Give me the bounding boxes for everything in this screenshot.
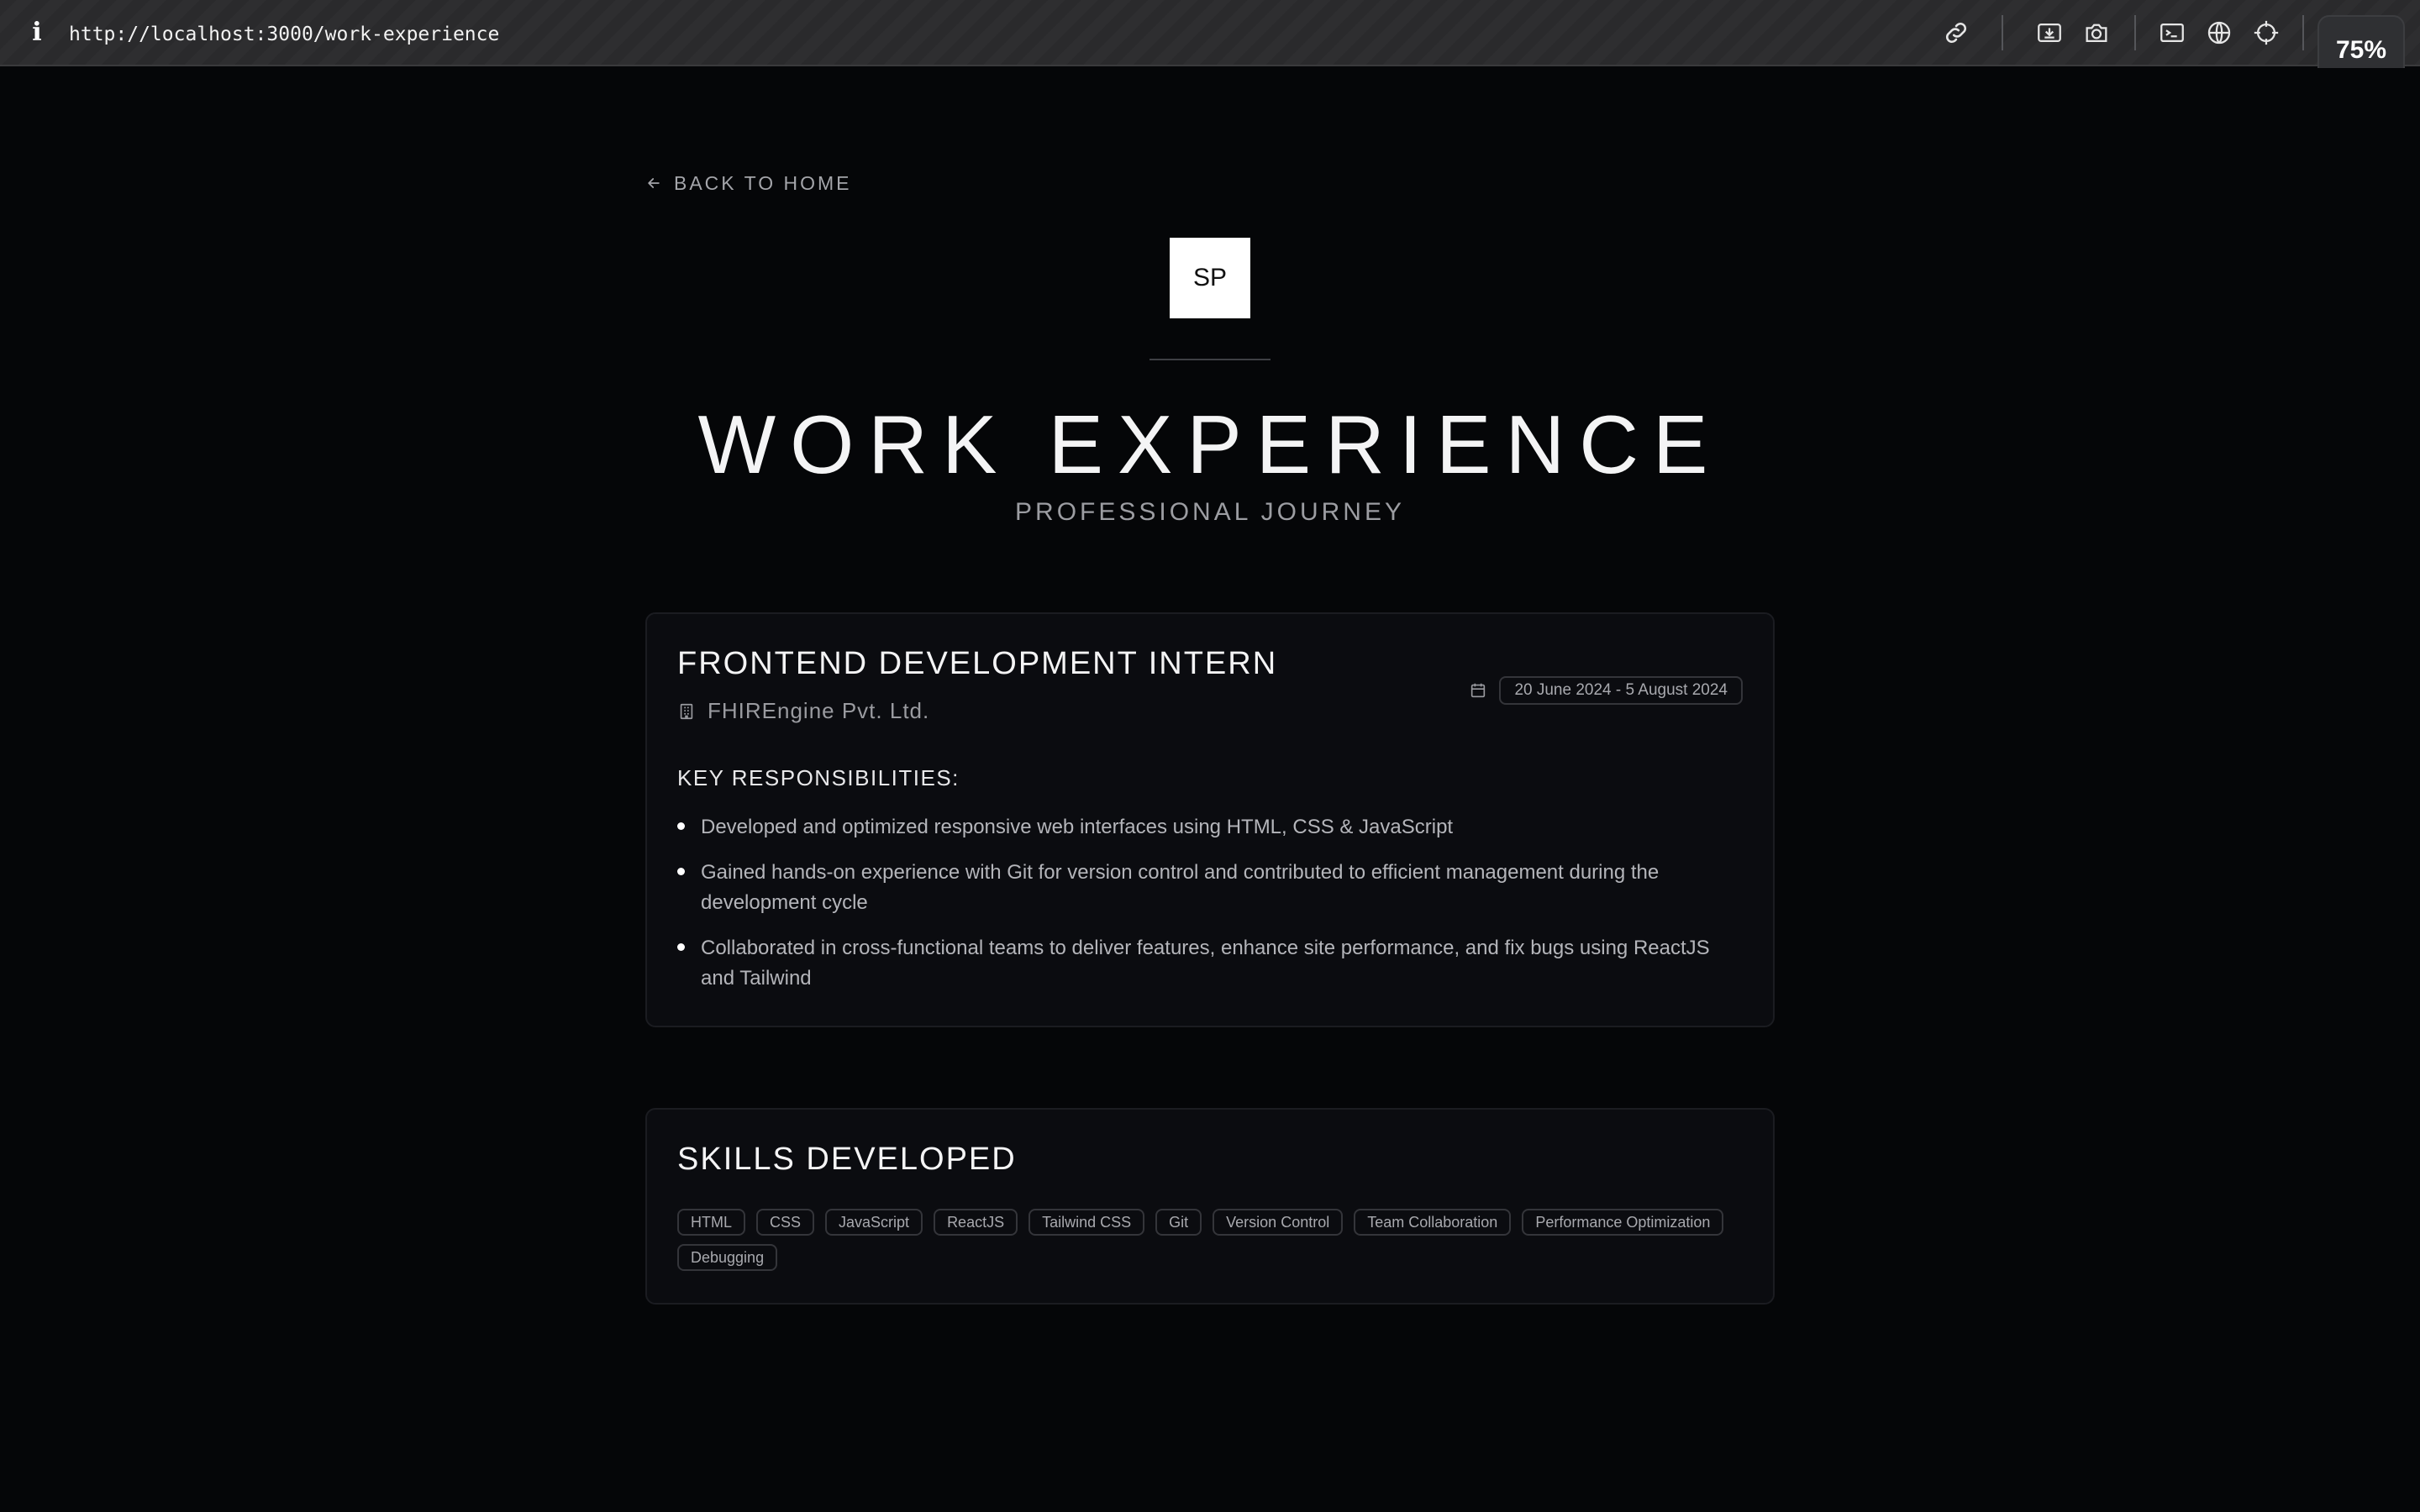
- company: FHIREngine Pvt. Ltd.: [677, 698, 929, 724]
- date-range: 20 June 2024 - 5 August 2024: [1469, 676, 1743, 705]
- skill-tag: JavaScript: [825, 1209, 923, 1236]
- toolbar-separator: [2002, 15, 2003, 50]
- title-divider: [1150, 359, 1270, 360]
- crosshair-icon[interactable]: [2252, 18, 2281, 47]
- bullet-icon: [677, 943, 685, 951]
- download-icon[interactable]: [2035, 18, 2064, 47]
- skill-tag: Performance Optimization: [1522, 1209, 1724, 1236]
- skill-tag: CSS: [756, 1209, 815, 1236]
- address-bar-url[interactable]: http://localhost:3000/work-experience: [69, 20, 499, 49]
- responsibilities-list: Developed and optimized responsive web i…: [677, 812, 1746, 1009]
- list-item: Collaborated in cross-functional teams t…: [677, 933, 1746, 994]
- toolbar-separator: [2302, 15, 2304, 50]
- date-range-badge: 20 June 2024 - 5 August 2024: [1499, 676, 1743, 705]
- globe-icon[interactable]: [2205, 18, 2233, 47]
- link-icon[interactable]: [1942, 18, 1970, 47]
- responsibility-text: Gained hands-on experience with Git for …: [701, 861, 1660, 914]
- responsibility-text: Developed and optimized responsive web i…: [701, 816, 1454, 838]
- skills-title: SKILLS DEVELOPED: [677, 1142, 1017, 1177]
- browser-toolbar: i http://localhost:3000/work-experience: [0, 0, 2420, 66]
- skill-tag: HTML: [677, 1209, 745, 1236]
- skills-tag-list: HTML CSS JavaScript ReactJS Tailwind CSS…: [677, 1209, 1753, 1271]
- back-to-home-link[interactable]: BACK TO HOME: [645, 171, 852, 196]
- skill-tag: Version Control: [1213, 1209, 1344, 1236]
- responsibilities-heading: KEY RESPONSIBILITIES:: [677, 765, 960, 790]
- camera-icon[interactable]: [2082, 18, 2111, 47]
- responsibility-text: Collaborated in cross-functional teams t…: [701, 937, 1710, 990]
- logo-initials[interactable]: SP: [1170, 238, 1250, 318]
- calendar-icon: [1471, 683, 1486, 698]
- back-to-home-label: BACK TO HOME: [674, 171, 852, 194]
- info-icon[interactable]: i: [29, 18, 45, 47]
- list-item: Gained hands-on experience with Git for …: [677, 858, 1746, 918]
- job-title: FRONTEND DEVELOPMENT INTERN: [677, 646, 1278, 681]
- page-subtitle: PROFESSIONAL JOURNEY: [1015, 498, 1405, 526]
- skill-tag: ReactJS: [934, 1209, 1018, 1236]
- toolbar-separator: [2134, 15, 2136, 50]
- skill-tag: Tailwind CSS: [1028, 1209, 1145, 1236]
- building-icon: [680, 703, 693, 719]
- page-content: BACK TO HOME SP WORK EXPERIENCE PROFESSI…: [0, 68, 2420, 1512]
- experience-card: FRONTEND DEVELOPMENT INTERN FHIREngine P…: [645, 612, 1775, 1027]
- terminal-icon[interactable]: [2158, 18, 2186, 47]
- skills-card: SKILLS DEVELOPED HTML CSS JavaScript Rea…: [645, 1108, 1775, 1305]
- bullet-icon: [677, 822, 685, 830]
- skill-tag: Git: [1155, 1209, 1202, 1236]
- skill-tag: Debugging: [677, 1244, 778, 1271]
- company-name: FHIREngine Pvt. Ltd.: [708, 698, 930, 723]
- page-title: WORK EXPERIENCE: [697, 398, 1723, 491]
- bullet-icon: [677, 868, 685, 875]
- list-item: Developed and optimized responsive web i…: [677, 812, 1746, 843]
- arrow-left-icon: [648, 178, 660, 188]
- skill-tag: Team Collaboration: [1354, 1209, 1512, 1236]
